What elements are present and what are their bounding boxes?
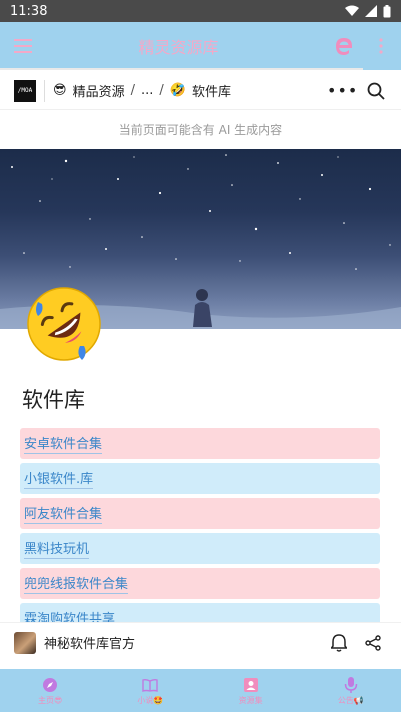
status-bar: 11:38 [0,0,401,22]
link-item[interactable]: 阿友软件合集 [20,498,380,529]
link-item[interactable]: 黑料技玩机 [20,533,380,564]
breadcrumb-label: 精品资源 [72,85,125,100]
share-button[interactable] [359,629,387,657]
author-bar: 神秘软件库官方 [0,622,401,662]
signal-icon [365,5,377,17]
ai-content-notice: 当前页面可能含有 AI 生成内容 [118,122,283,137]
share-icon [365,634,381,651]
microphone-icon [342,676,360,694]
search-button[interactable] [361,76,391,106]
sunglasses-emoji-icon: 😎 [53,83,67,98]
app-title: 精灵资源库 [138,38,219,57]
compass-icon [41,676,59,694]
link-item[interactable]: 兜兜线报软件合集 [20,568,380,599]
divider [44,79,45,102]
link-label[interactable]: 阿友软件合集 [24,503,103,524]
breadcrumb-bar: /MOA 😎 精品资源 / ... / 🤣 软件库 ••• [0,72,401,110]
bottom-navigation: 主页😎 小说🤩 资源集 公告📢 [0,669,401,712]
book-icon [141,676,159,694]
nav-item-novel[interactable]: 小说🤩 [100,669,200,712]
author-name[interactable]: 神秘软件库官方 [44,633,319,652]
link-label[interactable]: 黑料技玩机 [24,538,90,559]
progress-line [0,68,363,70]
nav-label: 资源集 [238,695,263,705]
overflow-menu-button[interactable] [371,33,391,59]
wifi-icon [345,5,359,16]
edge-browser-icon [336,38,352,55]
battery-icon [383,4,391,17]
link-item[interactable]: 小银软件.库 [20,463,380,494]
link-label[interactable]: 安卓软件合集 [24,433,103,454]
subscribe-button[interactable] [325,629,353,657]
status-time: 11:38 [10,3,48,19]
breadcrumb-label: 软件库 [191,85,231,100]
breadcrumb-item-1[interactable]: 😎 精品资源 [53,81,125,100]
person-figure [193,289,212,327]
link-item[interactable]: 安卓软件合集 [20,428,380,459]
search-icon [367,82,385,100]
rolling-on-floor-laughing-emoji-icon [27,287,101,361]
app-bar: 精灵资源库 [0,22,401,70]
status-icons [345,4,391,18]
contact-icon [242,676,260,694]
browser-button[interactable] [331,33,357,59]
more-vertical-icon [379,38,383,54]
link-list: 安卓软件合集 小银软件.库 阿友软件合集 黑料技玩机 兜兜线报软件合集 霖淘购软… [20,428,380,638]
link-label[interactable]: 兜兜线报软件合集 [24,573,129,594]
bell-icon [331,633,347,652]
laughing-emoji-icon: 🤣 [169,83,186,98]
nav-label: 主页😎 [37,695,63,705]
breadcrumb: 😎 精品资源 / ... / 🤣 软件库 [53,81,327,100]
nav-item-resources[interactable]: 资源集 [201,669,301,712]
page-title: 软件库 [22,388,85,412]
breadcrumb-separator: / [130,83,135,98]
breadcrumb-item-current[interactable]: 🤣 软件库 [170,81,231,100]
nav-label: 公告📢 [337,695,364,705]
nav-label: 小说🤩 [137,695,164,705]
site-logo[interactable]: /MOA [14,79,36,102]
more-options-button[interactable]: ••• [327,81,357,100]
nav-item-home[interactable]: 主页😎 [0,669,100,712]
breadcrumb-item-ellipsis[interactable]: ... [141,83,153,98]
nav-item-announcement[interactable]: 公告📢 [301,669,401,712]
link-label[interactable]: 小银软件.库 [24,468,94,489]
breadcrumb-separator: / [159,83,164,98]
avatar[interactable] [14,631,36,654]
